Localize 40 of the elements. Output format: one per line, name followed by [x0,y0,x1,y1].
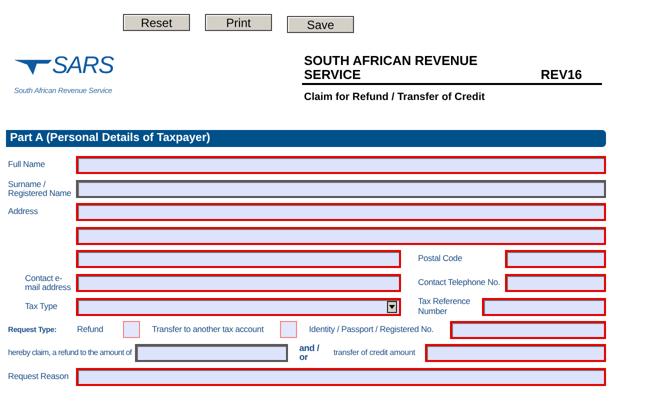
form-subtitle: Claim for Refund / Transfer of Credit [304,91,486,103]
input-field[interactable] [482,298,606,316]
field-label: Tax Type [24,302,58,312]
toolbar-button[interactable]: Save [287,16,354,33]
input-field[interactable] [76,226,606,244]
input-field[interactable] [76,274,401,292]
form-code: REV16 [540,68,582,82]
checkbox[interactable] [280,321,297,338]
field-label: Refund [77,324,104,334]
field-label: Postal Code [417,254,464,264]
checkbox[interactable] [123,321,140,338]
field-label: Full Name [8,160,46,170]
field-label: Contact Telephone No. [417,278,502,288]
field-label: transfer of credit amount [333,348,416,358]
form-title: SOUTH AFRICAN REVENUE SERVICE [304,54,479,82]
input-field[interactable] [505,250,606,268]
field-label: Surname / Registered Name [8,180,72,198]
input-field[interactable] [76,156,606,174]
dropdown-field[interactable] [76,298,401,316]
field-label: Contact e-mail address [24,274,72,292]
input-field[interactable] [505,274,606,292]
field-label: Identity / Passport / Registered No. [309,324,435,334]
input-field[interactable] [76,203,606,221]
field-label: Tax Reference Number [417,297,472,316]
input-field[interactable] [76,368,606,386]
toolbar-button[interactable]: Print [205,14,272,31]
field-label: and / or [299,344,320,362]
input-field[interactable] [76,180,606,198]
field-label: hereby claim, a refund to the amount of [8,348,133,358]
input-field[interactable] [76,250,401,268]
input-field[interactable] [450,320,606,338]
input-field[interactable] [425,344,606,362]
field-label: Request Reason [8,372,70,382]
field-label: Transfer to another tax account [152,324,265,334]
section-header: Part A (Personal Details of Taxpayer) [6,130,606,147]
logo-wordmark: SARS [52,54,114,78]
input-field[interactable] [135,344,288,362]
caret-icon[interactable] [387,300,397,312]
toolbar-button[interactable]: Reset [123,14,190,31]
field-label: Address [8,207,39,217]
